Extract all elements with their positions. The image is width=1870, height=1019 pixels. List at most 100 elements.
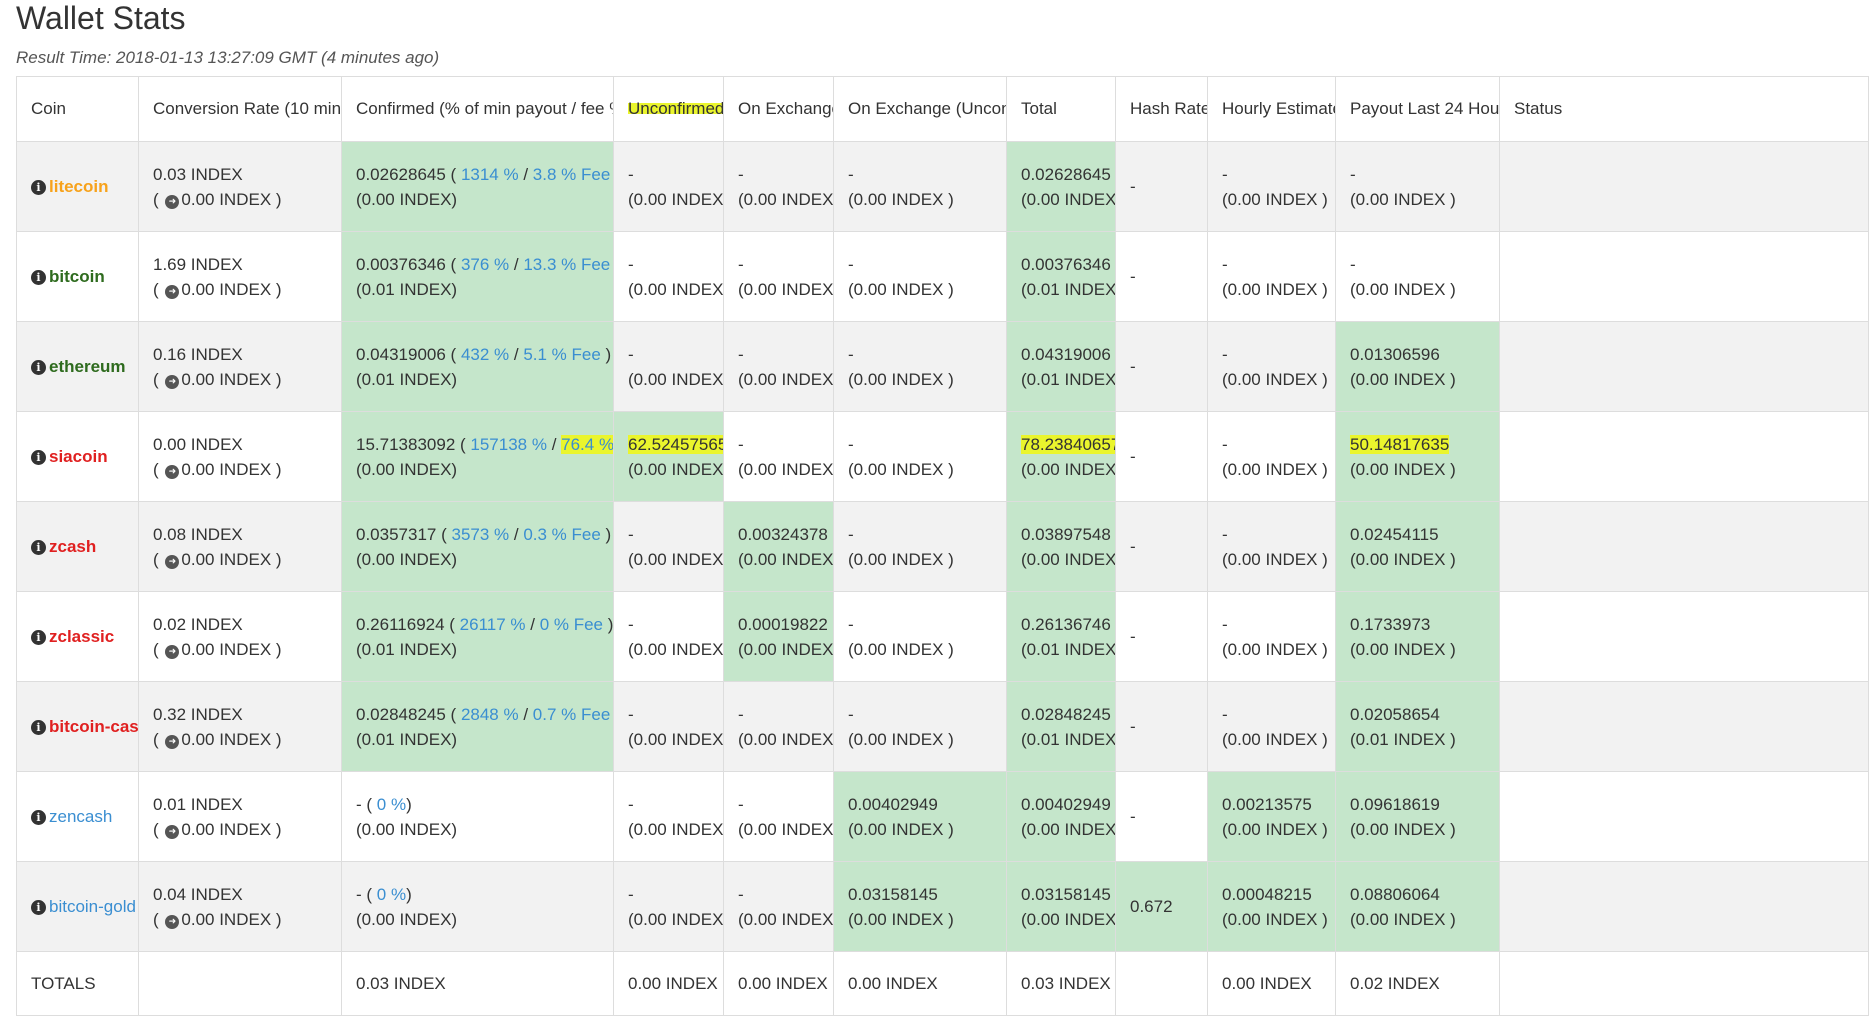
cell-on-exchange-unconf: - (0.00 INDEX ) — [833, 501, 1007, 592]
confirmed-fee-link[interactable]: 13.3 % Fee — [523, 255, 610, 274]
cell-unconfirmed: - (0.00 INDEX ) — [613, 321, 724, 412]
confirmed-pct-link[interactable]: 0 % — [377, 885, 406, 904]
confirmed-pct-link[interactable]: 0 % — [377, 795, 406, 814]
coin-link-litecoin[interactable]: i litecoin — [31, 177, 109, 197]
cell-status — [1499, 771, 1869, 862]
rate-value: 0.04 INDEX — [153, 884, 243, 904]
cell-confirmed: 15.71383092 ( 157138 % / 76.4 % Fee )(0.… — [341, 411, 614, 502]
coin-link-ethereum[interactable]: i ethereum — [31, 357, 126, 377]
cell-confirmed: 0.02848245 ( 2848 % / 0.7 % Fee ) (0.01 I… — [341, 681, 614, 772]
hashrate-value: - — [1130, 176, 1136, 196]
confirmed-fee-link[interactable]: 0.7 % Fee — [533, 705, 611, 724]
hourly-value: - — [1222, 704, 1228, 724]
coin-link-zcash[interactable]: i zcash — [31, 537, 96, 557]
confirmed-pct-link[interactable]: 432 % — [461, 345, 509, 364]
arrow-right-circle-icon: ➜ — [165, 374, 180, 389]
coin-name: zcash — [49, 537, 97, 557]
cell-status — [1499, 501, 1869, 592]
coin-link-siacoin[interactable]: i siacoin — [31, 447, 108, 467]
cell-unconfirmed: - (0.00 INDEX ) — [613, 771, 724, 862]
coin-link-bitcoin-gold[interactable]: i bitcoin-gold — [31, 897, 136, 917]
hashrate-value: - — [1130, 806, 1136, 826]
exchange-index: (0.00 INDEX ) — [738, 909, 834, 929]
payout-value: 0.08806064 — [1350, 884, 1440, 904]
confirmed-value: 0.02848245 — [356, 704, 446, 724]
exchange-index: (0.00 INDEX ) — [738, 279, 834, 299]
confirmed-fee-link[interactable]: 5.1 % Fee — [523, 345, 601, 364]
hourly-index: (0.00 INDEX ) — [1222, 279, 1328, 299]
exchange-value: - — [738, 704, 744, 724]
coin-link-zclassic[interactable]: i zclassic — [31, 627, 114, 647]
header-status: Status — [1499, 76, 1869, 142]
unconfirmed-value: - — [628, 524, 634, 544]
confirmed-fee-link[interactable]: 0 % Fee — [540, 615, 603, 634]
hourly-value: 0.00048215 — [1222, 884, 1312, 904]
unconfirmed-value: - — [628, 344, 634, 364]
hashrate-value: - — [1130, 536, 1136, 556]
confirmed-value: 0.0357317 — [356, 524, 437, 544]
totals-hourly-estimate: 0.00 INDEX — [1207, 951, 1336, 1016]
confirmed-pct-link[interactable]: 26117 % — [460, 615, 526, 634]
confirmed-fee-link[interactable]: 76.4 % Fee — [561, 434, 613, 454]
table-row: i zencash 0.01 INDEX ( ➜ 0.00 INDEX ) - ( 0… — [16, 771, 1869, 862]
total-index: (0.00 INDEX) — [1021, 459, 1116, 479]
cell-confirmed: - ( 0 %) (0.00 INDEX) — [341, 861, 614, 952]
cell-unconfirmed: - (0.00 INDEX ) — [613, 591, 724, 682]
totals-total: 0.03 INDEX — [1006, 951, 1116, 1016]
confirmed-index: (0.01 INDEX) — [356, 639, 458, 659]
rate-delta-value: 0.00 INDEX ) — [181, 189, 282, 209]
rate-value: 0.08 INDEX — [153, 524, 243, 544]
confirmed-pct-link[interactable]: 2848 % — [461, 705, 519, 724]
coin-link-bitcoin[interactable]: i bitcoin — [31, 267, 105, 287]
cell-coin: i zclassic — [16, 591, 139, 682]
unconfirmed-index: (0.00 INDEX ) — [628, 189, 724, 209]
payout-value: 0.02058654 — [1350, 704, 1440, 724]
cell-on-exchange: - (0.00 INDEX ) — [723, 141, 834, 232]
cell-on-exchange: - (0.00 INDEX ) — [723, 771, 834, 862]
cell-status — [1499, 231, 1869, 322]
cell-on-exchange-unconf: - (0.00 INDEX ) — [833, 681, 1007, 772]
confirmed-fee-link[interactable]: 0.3 % Fee — [523, 525, 601, 544]
totals-status — [1499, 951, 1869, 1016]
exchange-value: - — [738, 884, 744, 904]
cell-unconfirmed: - (0.00 INDEX ) — [613, 231, 724, 322]
page-title: Wallet Stats — [16, 0, 186, 36]
table-row: i litecoin 0.03 INDEX ( ➜ 0.00 INDEX ) 0.02… — [16, 141, 1869, 232]
cell-payout-24h: - (0.00 INDEX ) — [1335, 231, 1500, 322]
totals-payout-24h: 0.02 INDEX — [1335, 951, 1500, 1016]
cell-on-exchange: - (0.00 INDEX ) — [723, 681, 834, 772]
confirmed-pct-link[interactable]: 3573 % — [451, 525, 509, 544]
rate-delta-value: 0.00 INDEX ) — [181, 279, 282, 299]
cell-on-exchange-unconf: - (0.00 INDEX ) — [833, 591, 1007, 682]
cell-hash-rate: - — [1115, 681, 1208, 772]
coin-link-zencash[interactable]: i zencash — [31, 807, 112, 827]
hourly-index: (0.00 INDEX ) — [1222, 369, 1328, 389]
confirmed-index: (0.01 INDEX) — [356, 729, 458, 749]
total-value: 0.00402949 — [1021, 794, 1111, 814]
coin-link-bitcoin-cash[interactable]: ibitcoin-cash — [31, 717, 138, 737]
unconfirmed-line: 62.52457565 — [628, 432, 723, 457]
hourly-value: - — [1222, 164, 1228, 184]
confirmed-fee-link[interactable]: 3.8 % Fee — [533, 165, 611, 184]
cell-hourly-estimate: 0.00213575 (0.00 INDEX ) — [1207, 771, 1336, 862]
header-conversion-rate: Conversion Rate (10 min Δ) — [138, 76, 342, 142]
cell-unconfirmed: 62.52457565 (0.00 INDEX ) — [613, 411, 724, 502]
confirmed-pct-link[interactable]: 1314 % — [461, 165, 519, 184]
cell-conversion-rate: 1.69 INDEX ( ➜ 0.00 INDEX ) — [138, 231, 342, 322]
exchange-unconf-index: (0.00 INDEX ) — [848, 639, 954, 659]
confirmed-pct-link[interactable]: 376 % — [461, 255, 509, 274]
rate-delta: ( ➜ 0.00 INDEX ) — [153, 639, 282, 659]
arrow-right-circle-icon: ➜ — [165, 284, 180, 299]
cell-hash-rate: - — [1115, 771, 1208, 862]
confirmed-value: 0.04319006 — [356, 344, 446, 364]
info-icon: i — [31, 629, 46, 645]
hashrate-value: - — [1130, 716, 1136, 736]
header-confirmed: Confirmed (% of min payout / fee %) — [341, 76, 614, 142]
exchange-unconf-value: 0.00402949 — [848, 794, 938, 814]
cell-hourly-estimate: 0.00048215 (0.00 INDEX ) — [1207, 861, 1336, 952]
cell-status — [1499, 411, 1869, 502]
confirmed-pct-link[interactable]: 157138 % — [470, 435, 547, 454]
exchange-index: (0.00 INDEX ) — [738, 189, 834, 209]
cell-payout-24h: 0.09618619 (0.00 INDEX ) — [1335, 771, 1500, 862]
hashrate-value: - — [1130, 626, 1136, 646]
